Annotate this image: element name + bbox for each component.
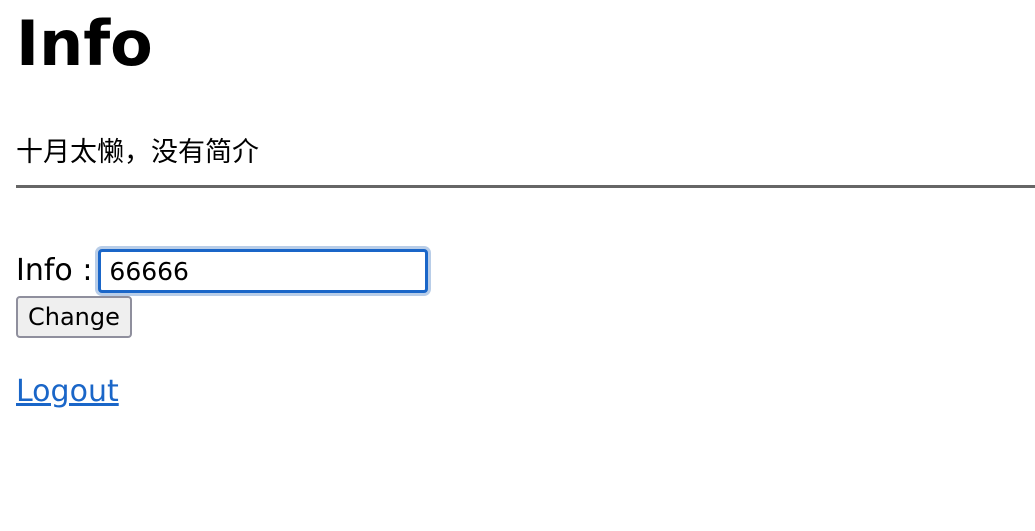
info-field-label: Info : — [16, 253, 93, 288]
info-input[interactable] — [98, 249, 429, 293]
divider — [16, 185, 1035, 188]
change-button[interactable]: Change — [16, 296, 132, 338]
profile-description: 十月太懒，没有简介 — [16, 137, 259, 168]
info-page: Info 十月太懒，没有简介 Info : Change Logout — [0, 0, 1035, 531]
logout-link[interactable]: Logout — [16, 372, 119, 412]
page-title: Info — [16, 7, 153, 80]
info-form: Info : — [16, 246, 429, 296]
